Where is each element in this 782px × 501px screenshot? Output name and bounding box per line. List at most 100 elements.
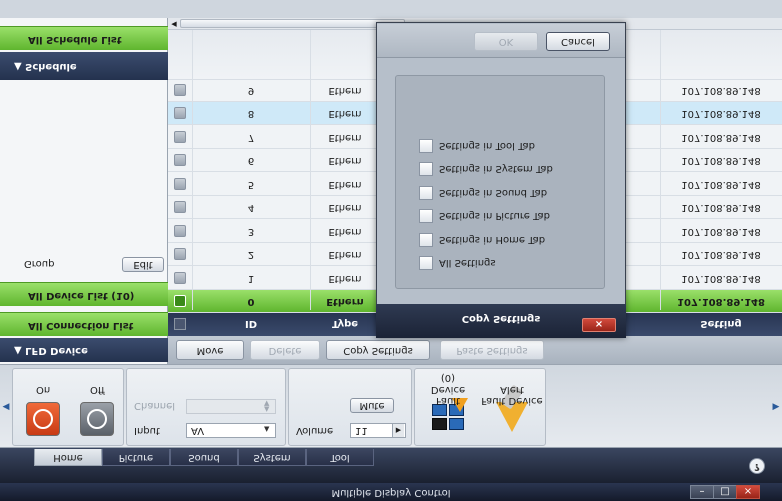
settings-option[interactable]: All Settings [419, 256, 589, 270]
move-button[interactable]: Move [176, 340, 244, 360]
help-icon[interactable]: ? [749, 458, 765, 474]
option-label: All Settings [439, 257, 496, 268]
settings-option[interactable]: Settings in Home Tab [419, 233, 589, 247]
column-header-id[interactable]: ID [192, 310, 310, 336]
ok-button[interactable]: OK [474, 32, 538, 51]
close-window-button[interactable]: × [736, 485, 760, 499]
cell-id: 9 [247, 85, 255, 96]
cell-ip: 107.108.89.148 [681, 85, 761, 96]
scroll-right-arrow-icon[interactable]: ▶ [771, 400, 781, 414]
row-checkbox[interactable] [174, 131, 186, 143]
delete-button[interactable]: Delete [250, 340, 320, 360]
tab-sound[interactable]: Sound [170, 449, 238, 466]
option-checkbox[interactable] [419, 139, 433, 153]
cell-id: 3 [247, 226, 255, 237]
tab-picture[interactable]: Picture [102, 449, 170, 466]
cell-ip: 107.108.89.148 [681, 249, 761, 260]
all-connection-list[interactable]: All Connection List [0, 312, 168, 336]
edit-group-button[interactable]: Edit [122, 257, 164, 272]
settings-option[interactable]: Settings in System Tab [419, 162, 589, 176]
input-select[interactable]: AV [186, 423, 276, 438]
cell-id: 1 [247, 273, 255, 284]
column-divider [660, 30, 661, 310]
cell-type: Ethern [328, 155, 362, 166]
cell-id: 5 [247, 179, 255, 190]
screen-tile-icon [432, 418, 447, 430]
tab-home[interactable]: Home [34, 449, 102, 466]
cell-type: Ethern [328, 85, 362, 96]
row-checkbox[interactable] [174, 107, 186, 119]
channel-stepper-icon[interactable]: ▲ ▼ [264, 400, 274, 413]
column-divider [310, 30, 311, 310]
cancel-button[interactable]: Cancel [546, 32, 610, 51]
cell-id: 4 [247, 202, 255, 213]
cell-id: 7 [247, 132, 255, 143]
dialog-close-button[interactable]: × [582, 318, 616, 332]
off-label: Off [90, 384, 105, 395]
volume-stepper-icon[interactable]: ▶ [392, 424, 404, 437]
channel-field[interactable] [186, 399, 276, 414]
cell-type: Ethern [328, 132, 362, 143]
option-label: Settings in Tool Tab [439, 140, 536, 151]
maximize-button[interactable]: □ [713, 485, 737, 499]
cell-id: 8 [247, 108, 255, 119]
mute-button[interactable]: Mute [350, 398, 394, 413]
row-checkbox[interactable] [174, 84, 186, 96]
column-header-type[interactable]: Type [310, 310, 380, 336]
settings-option[interactable]: Settings in Picture Tab [419, 209, 589, 223]
row-checkbox[interactable] [174, 248, 186, 260]
cell-id: 6 [247, 155, 255, 166]
copy-settings-button[interactable]: Copy Settings [326, 340, 430, 360]
option-label: Settings in Sound Tab [439, 187, 548, 198]
on-label: On [36, 384, 51, 395]
power-off-button[interactable] [80, 402, 114, 436]
cell-id: 2 [247, 249, 255, 260]
column-divider [192, 30, 193, 310]
cell-ip: 107.108.89.148 [681, 132, 761, 143]
power-icon [33, 409, 53, 429]
chevron-down-icon: ▼ [264, 425, 270, 433]
row-checkbox[interactable] [174, 154, 186, 166]
scroll-left-arrow-icon[interactable]: ◀ [1, 400, 11, 414]
tab-system[interactable]: System [238, 449, 306, 466]
cell-ip: 107.108.89.148 [681, 155, 761, 166]
scrollbar-thumb[interactable] [180, 19, 405, 28]
column-header-setting[interactable]: Setting [660, 310, 782, 336]
row-checkbox[interactable] [174, 201, 186, 213]
option-checkbox[interactable] [419, 162, 433, 176]
minimize-button[interactable]: – [690, 485, 714, 499]
option-checkbox[interactable] [419, 209, 433, 223]
cell-ip: 107.108.89.148 [677, 296, 765, 307]
cell-ip: 107.108.89.148 [681, 226, 761, 237]
scroll-left-icon[interactable]: ◀ [169, 19, 179, 29]
paste-settings-button[interactable]: Paste Settings [440, 340, 544, 360]
schedule-header[interactable]: ▲ Schedule [0, 52, 168, 80]
cell-ip: 107.108.89.148 [681, 273, 761, 284]
all-schedule-list[interactable]: All Schedule List [0, 26, 168, 50]
fault-device-icon[interactable] [432, 398, 468, 432]
tab-tool[interactable]: Tool [306, 449, 374, 466]
row-checkbox[interactable] [174, 295, 186, 307]
cell-id: 0 [247, 296, 255, 307]
select-all-checkbox[interactable] [174, 318, 186, 330]
channel-label: Channel [134, 400, 176, 411]
cell-type: Ethern [328, 249, 362, 260]
cell-ip: 107.108.89.148 [681, 108, 761, 119]
group-label: Group [24, 258, 55, 269]
power-on-button[interactable] [26, 402, 60, 436]
all-device-list[interactable]: All Device List (10) [0, 282, 168, 306]
row-checkbox[interactable] [174, 272, 186, 284]
volume-label: Volume [296, 425, 334, 436]
row-checkbox[interactable] [174, 178, 186, 190]
cell-type: Ethern [328, 108, 362, 119]
option-checkbox[interactable] [419, 233, 433, 247]
option-checkbox[interactable] [419, 186, 433, 200]
settings-option[interactable]: Settings in Tool Tab [419, 139, 589, 153]
cell-ip: 107.108.89.148 [681, 179, 761, 190]
window-title: Multiple Display Control [331, 487, 451, 498]
lfd-device-header[interactable]: ▲ LFD Device [0, 338, 168, 362]
settings-option[interactable]: Settings in Sound Tab [419, 186, 589, 200]
option-checkbox[interactable] [419, 256, 433, 270]
power-icon [87, 409, 107, 429]
row-checkbox[interactable] [174, 225, 186, 237]
